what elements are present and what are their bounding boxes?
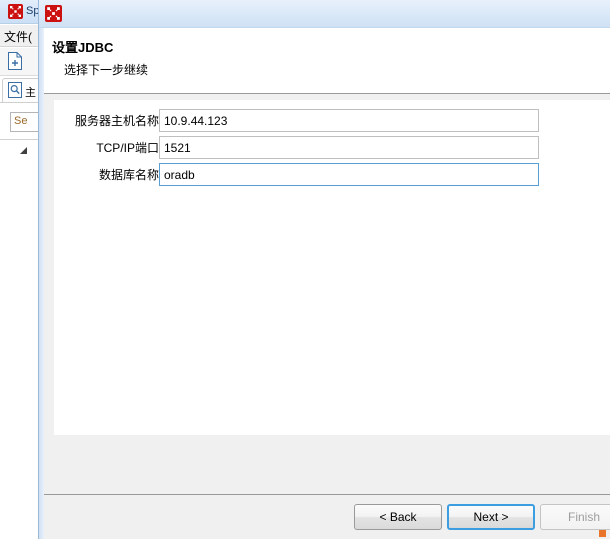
dialog-header: 设置JDBC 选择下一步继续: [44, 28, 610, 93]
background-application-window: Sp 文件( 主 Se: [0, 0, 40, 539]
triangle-collapse-icon[interactable]: [20, 147, 27, 154]
form-row-database-name: 数据库名称: [99, 163, 610, 187]
app-red-network-icon: [8, 4, 23, 19]
label-server-host: 服务器主机名称: [74, 114, 159, 128]
page-title: 设置JDBC: [52, 40, 114, 55]
server-host-input[interactable]: [159, 109, 539, 132]
page-subtitle: 选择下一步继续: [64, 63, 149, 77]
background-app-tree-area: [0, 139, 40, 539]
label-tcp-port: TCP/IP端口: [96, 141, 159, 155]
database-name-input[interactable]: [159, 163, 539, 186]
tcp-port-input[interactable]: [159, 136, 539, 159]
search-input[interactable]: Se: [10, 112, 40, 132]
next-button[interactable]: Next >: [447, 504, 535, 530]
label-database-name: 数据库名称: [98, 168, 159, 182]
back-button[interactable]: < Back: [354, 504, 442, 530]
form-surface: 服务器主机名称 TCP/IP端口 数据库名称: [54, 100, 610, 435]
form-row-server-host: 服务器主机名称: [75, 109, 610, 133]
jdbc-setup-dialog: 设置JDBC 选择下一步继续 服务器主机名称 TCP/IP端口 数据库名称 < …: [38, 0, 610, 539]
dialog-button-bar: < Back Next > Finish: [44, 495, 610, 539]
new-document-icon[interactable]: [7, 52, 23, 70]
background-app-tab-label: 主: [25, 87, 36, 99]
form-row-tcp-port: TCP/IP端口: [96, 136, 610, 160]
finish-button: Finish: [540, 504, 610, 530]
menu-item-file[interactable]: 文件(: [4, 28, 32, 45]
dialog-content: 服务器主机名称 TCP/IP端口 数据库名称: [44, 94, 610, 494]
document-search-icon: [8, 82, 22, 98]
dialog-titlebar[interactable]: [39, 0, 610, 28]
resize-grip-icon[interactable]: [599, 530, 606, 537]
dialog-red-network-icon: [45, 5, 62, 22]
